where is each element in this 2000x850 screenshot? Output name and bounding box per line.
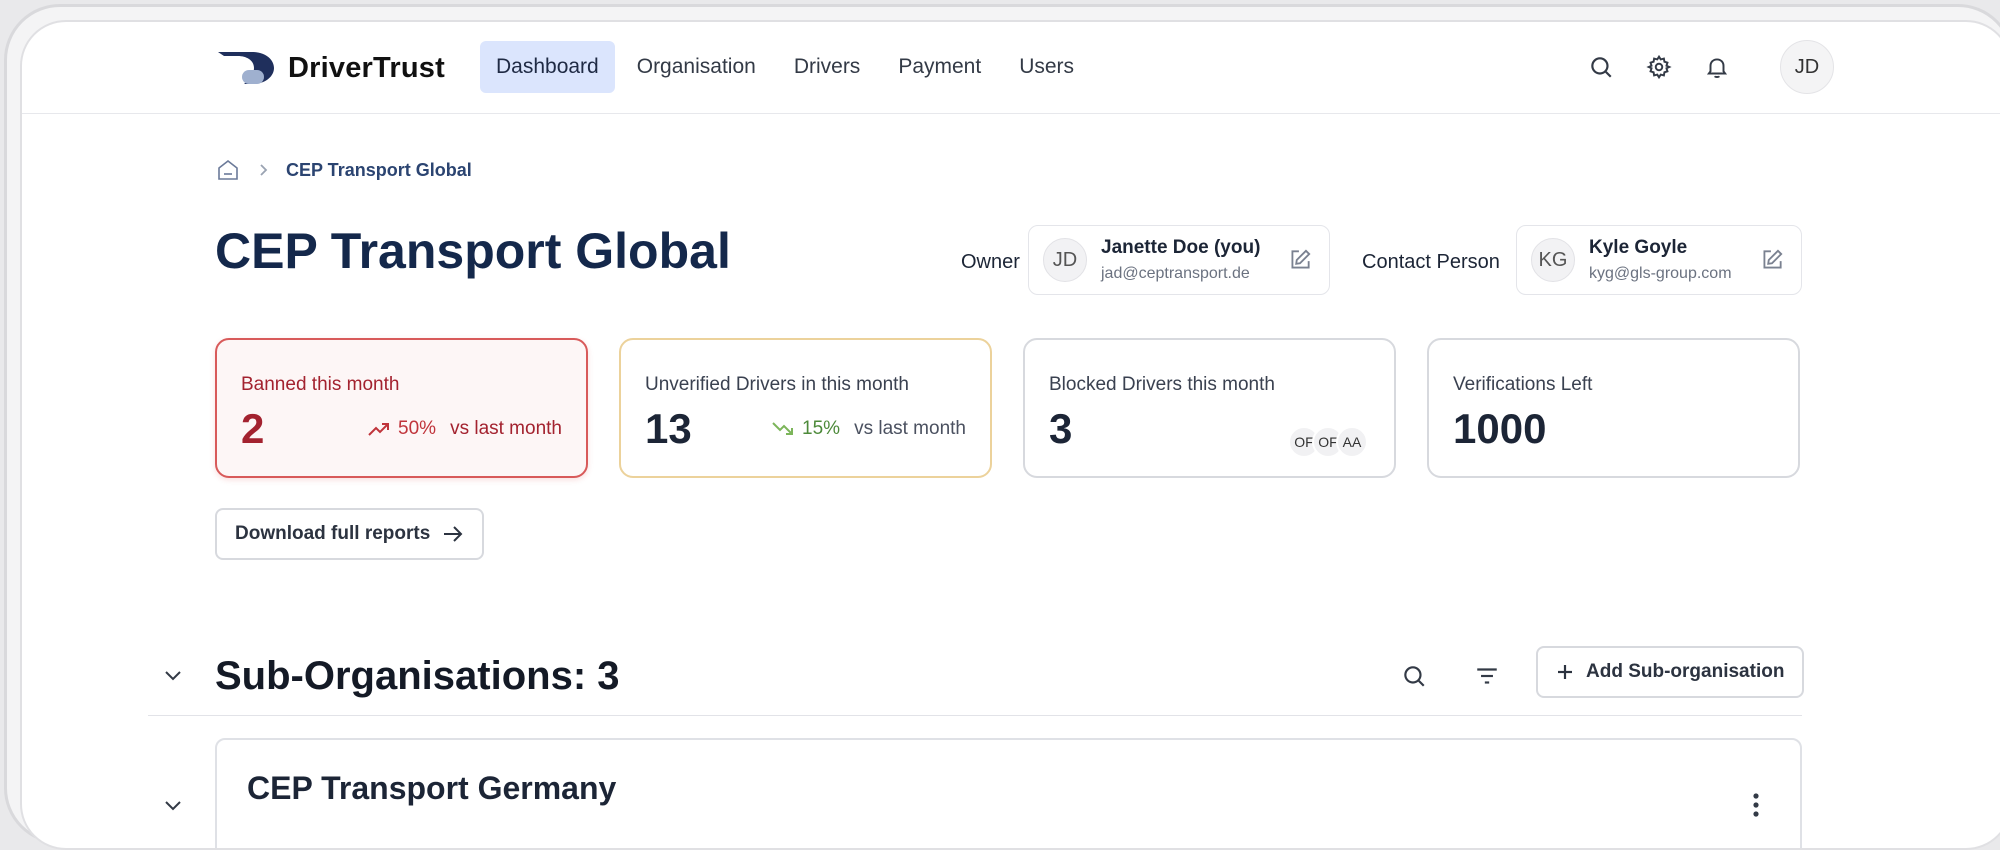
contact-label: Contact Person <box>1362 251 1500 273</box>
brand-logo[interactable]: DriverTrust <box>216 50 445 86</box>
search-icon <box>1404 666 1425 687</box>
owner-email: jad@ceptransport.de <box>1101 265 1250 282</box>
suborgs-title: Sub-Organisations: 3 <box>215 654 620 698</box>
section-divider <box>148 715 1802 716</box>
drivertrust-logo-icon <box>218 52 274 84</box>
nav-drivers[interactable]: Drivers <box>778 41 877 93</box>
search-icon <box>1591 57 1612 78</box>
edit-icon <box>1291 249 1311 269</box>
search-button[interactable] <box>1584 50 1618 84</box>
edit-icon <box>1763 249 1783 269</box>
owner-avatar: JD <box>1043 238 1087 282</box>
download-reports-button[interactable]: Download full reports <box>215 508 485 560</box>
notifications-button[interactable] <box>1700 50 1734 84</box>
expand-suborg-button[interactable] <box>159 792 187 820</box>
contact-card: KG Kyle Goyle kyg@gls-group.com <box>1516 225 1802 295</box>
top-actions: JD <box>1584 40 1834 94</box>
add-suborg-button[interactable]: Add Sub-organisation <box>1536 646 1805 698</box>
trend-percent: 50% <box>398 418 437 439</box>
download-reports-label: Download full reports <box>235 523 431 544</box>
chevron-down-icon <box>165 671 181 681</box>
user-avatar[interactable]: JD <box>1780 40 1834 94</box>
more-vertical-icon <box>1753 793 1759 817</box>
contact-avatar: KG <box>1531 238 1575 282</box>
trend-note: vs last month <box>450 418 562 439</box>
settings-button[interactable] <box>1642 50 1676 84</box>
chevron-right-icon <box>260 164 268 176</box>
stat-value: 3 <box>1049 405 1073 452</box>
chevron-down-icon <box>165 801 181 811</box>
stat-value: 1000 <box>1453 405 1547 452</box>
top-navigation: DriverTrust Dashboard Organisation Drive… <box>22 22 2000 114</box>
stat-trend: 15% vs last month <box>772 418 966 440</box>
blocked-driver-avatars: OF OF AA <box>1288 426 1368 458</box>
plus-icon <box>1558 665 1572 679</box>
trend-up-icon <box>368 423 390 436</box>
contact-name: Kyle Goyle <box>1589 237 1688 258</box>
breadcrumb-current[interactable]: CEP Transport Global <box>286 160 472 181</box>
add-suborg-label: Add Sub-organisation <box>1586 661 1785 682</box>
arrow-right-icon <box>444 526 463 542</box>
edit-contact-button[interactable] <box>1757 245 1787 275</box>
bell-icon <box>1706 58 1728 78</box>
stat-card-unverified[interactable]: Unverified Drivers in this month 13 15% … <box>619 338 992 478</box>
suborgs-filter-button[interactable] <box>1470 659 1504 693</box>
stat-card-blocked[interactable]: Blocked Drivers this month 3 OF OF AA <box>1023 338 1396 478</box>
trend-down-icon <box>772 422 794 435</box>
stat-value: 13 <box>645 405 692 452</box>
breadcrumb: CEP Transport Global <box>216 158 472 182</box>
stat-card-verifications[interactable]: Verifications Left 1000 <box>1427 338 1800 478</box>
nav-users[interactable]: Users <box>1003 41 1090 93</box>
suborg-name: CEP Transport Germany <box>247 770 617 806</box>
stat-card-banned[interactable]: Banned this month 2 50% vs last month <box>215 338 588 478</box>
app-window: DriverTrust Dashboard Organisation Drive… <box>20 20 2000 850</box>
suborg-menu-button[interactable] <box>1746 790 1766 820</box>
edit-owner-button[interactable] <box>1285 245 1315 275</box>
stat-trend: 50% vs last month <box>368 418 562 440</box>
home-icon[interactable] <box>216 158 240 182</box>
page-title: CEP Transport Global <box>215 223 731 279</box>
nav-dashboard[interactable]: Dashboard <box>480 41 615 93</box>
filter-icon <box>1477 668 1497 684</box>
main-nav: Dashboard Organisation Drivers Payment U… <box>480 41 1090 93</box>
suborg-card[interactable]: CEP Transport Germany <box>215 738 1802 848</box>
suborgs-search-button[interactable] <box>1397 659 1431 693</box>
owner-label: Owner <box>961 251 1020 273</box>
contact-email: kyg@gls-group.com <box>1589 265 1732 282</box>
nav-payment[interactable]: Payment <box>882 41 997 93</box>
stat-label: Verifications Left <box>1453 374 1593 395</box>
driver-avatar[interactable]: AA <box>1336 426 1368 458</box>
stat-label: Banned this month <box>241 374 400 395</box>
owner-card: JD Janette Doe (you) jad@ceptransport.de <box>1028 225 1330 295</box>
trend-note: vs last month <box>854 418 966 439</box>
stat-value: 2 <box>241 405 265 452</box>
stat-label: Unverified Drivers in this month <box>645 374 909 395</box>
trend-percent: 15% <box>802 418 841 439</box>
brand-name: DriverTrust <box>288 51 445 84</box>
owner-name: Janette Doe (you) <box>1101 237 1261 258</box>
gear-icon <box>1646 54 1672 80</box>
nav-organisation[interactable]: Organisation <box>621 41 772 93</box>
device-frame: DriverTrust Dashboard Organisation Drive… <box>4 4 2000 850</box>
collapse-suborgs-button[interactable] <box>159 662 187 690</box>
stat-label: Blocked Drivers this month <box>1049 374 1275 395</box>
